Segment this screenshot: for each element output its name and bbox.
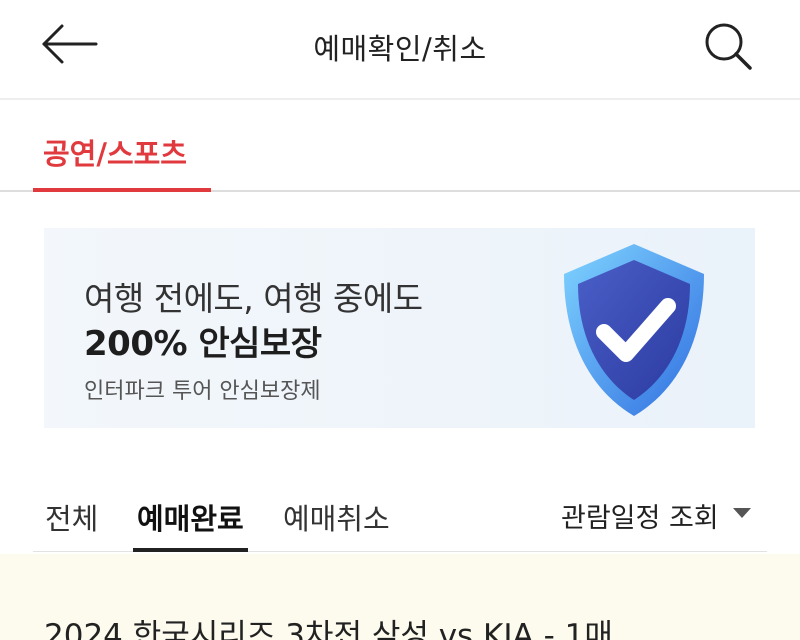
banner-title: 200% 안심보장 — [84, 324, 322, 364]
banner-headline: 여행 전에도, 여행 중에도 — [84, 279, 423, 318]
tab-completed[interactable]: 예매완료 — [133, 496, 248, 552]
booking-list: 2024 한국시리즈 3차전 삼성 vs KIA - 1매 — [0, 554, 800, 640]
banner-subtitle: 인터파크 투어 안심보장제 — [84, 379, 321, 404]
tab-performance-sports-label: 공연/스포츠 — [43, 137, 187, 171]
search-button[interactable] — [702, 20, 754, 72]
booking-status-tabs: 전체 예매완료 예매취소 관람일정 조회 — [33, 470, 767, 552]
tab-performance-sports[interactable]: 공연/스포츠 — [33, 102, 211, 192]
schedule-filter-button[interactable]: 관람일정 조회 — [561, 496, 719, 535]
tab-cancelled[interactable]: 예매취소 — [283, 496, 390, 552]
shield-check-icon — [564, 244, 704, 416]
top-app-bar: 예매확인/취소 — [0, 0, 800, 100]
tab-all[interactable]: 전체 — [45, 496, 98, 552]
category-tab-bar: 공연/스포츠 — [0, 102, 800, 192]
safety-guarantee-banner[interactable]: 여행 전에도, 여행 중에도 200% 안심보장 인터파크 투어 안심보장제 — [44, 228, 755, 428]
caret-down-icon[interactable] — [733, 508, 751, 518]
search-icon — [705, 23, 752, 70]
booking-item-title[interactable]: 2024 한국시리즈 3차전 삼성 vs KIA - 1매 — [44, 610, 613, 640]
page-title: 예매확인/취소 — [313, 32, 487, 66]
